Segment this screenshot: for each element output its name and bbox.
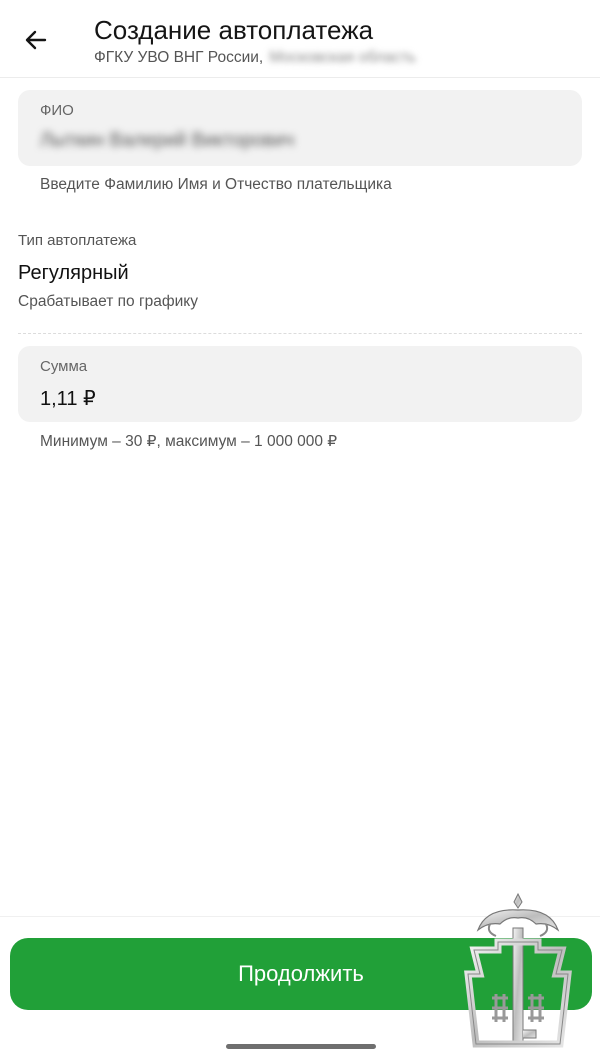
- autopay-type-value[interactable]: Регулярный: [18, 262, 129, 285]
- section-divider: [18, 333, 582, 334]
- page-title: Создание автоплатежа: [94, 15, 374, 45]
- arrow-left-icon: [25, 30, 47, 50]
- amount-field[interactable]: Сумма 1,11 ₽: [18, 346, 582, 422]
- fio-field[interactable]: ФИО Лыткин Валерий Викторович: [18, 90, 582, 166]
- recipient-name: ФГКУ УВО ВНГ России,: [94, 49, 264, 66]
- amount-hint: Минимум – 30 ₽, максимум – 1 000 000 ₽: [40, 433, 338, 450]
- home-indicator[interactable]: [226, 1044, 376, 1049]
- watermark-emblem-icon: [464, 892, 572, 1048]
- fio-hint: Введите Фамилию Имя и Отчество плательщи…: [40, 176, 392, 193]
- fio-label: ФИО: [40, 102, 74, 119]
- page-subtitle: ФГКУ УВО ВНГ России, Московская область: [94, 48, 416, 68]
- autopay-create-screen: Создание автоплатежа ФГКУ УВО ВНГ России…: [0, 0, 600, 1060]
- top-app-bar: Создание автоплатежа ФГКУ УВО ВНГ России…: [0, 0, 600, 78]
- amount-value[interactable]: 1,11 ₽: [40, 386, 96, 411]
- back-button[interactable]: [18, 22, 54, 58]
- recipient-region-blurred: Московская область: [269, 49, 416, 66]
- amount-label: Сумма: [40, 358, 88, 375]
- fio-value-blurred: Лыткин Валерий Викторович: [40, 130, 295, 151]
- autopay-type-description: Срабатывает по графику: [18, 293, 198, 310]
- autopay-type-label: Тип автоплатежа: [18, 232, 137, 249]
